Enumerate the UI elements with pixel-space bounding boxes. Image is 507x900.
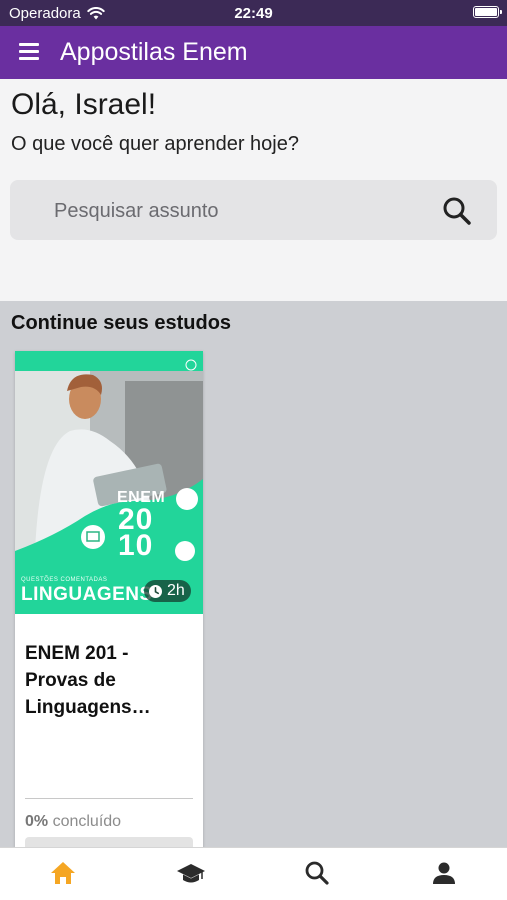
card-divider (25, 798, 193, 799)
battery-icon (473, 6, 502, 18)
cover-caption: QUESTÕES COMENTADAS (21, 577, 108, 583)
search-icon[interactable] (441, 195, 473, 227)
progress-suffix: concluído (52, 813, 122, 830)
graduation-cap-icon[interactable] (176, 858, 206, 888)
greeting-heading: Olá, Israel! (11, 88, 157, 121)
status-bar: Operadora 22:49 (0, 0, 507, 26)
cover-subject: LINGUAGENS (21, 584, 153, 605)
course-cover-image: ENEM 20 10 QUESTÕES COMENTADAS LINGUAGEN… (15, 351, 203, 614)
progress-percent: 0% (25, 813, 49, 830)
duration-badge: 2h (144, 580, 191, 602)
wifi-icon (87, 7, 105, 20)
progress-text: 0% concluído (25, 813, 121, 831)
course-title: ENEM 201 - Provas de Linguagens… (25, 643, 151, 718)
app-title: Appostilas Enem (60, 38, 248, 66)
section-title: Continue seus estudos (11, 312, 232, 334)
continue-studies-section: Continue seus estudos ENEM 20 10 QUESTÕE… (0, 301, 507, 861)
menu-icon[interactable] (19, 43, 39, 60)
user-icon[interactable] (429, 858, 459, 888)
course-card[interactable]: ENEM 20 10 QUESTÕES COMENTADAS LINGUAGEN… (15, 351, 203, 861)
search-input[interactable] (52, 180, 436, 242)
bottom-navigation (0, 847, 507, 900)
app-bar: Appostilas Enem (0, 26, 507, 79)
search-bar (10, 180, 497, 242)
carrier-label: Operadora (9, 5, 81, 22)
clock-icon (149, 584, 162, 598)
search-icon[interactable] (302, 858, 332, 888)
greeting-subtitle: O que você quer aprender hoje? (11, 133, 299, 155)
home-icon[interactable] (48, 858, 78, 888)
cover-year-line2: 10 (118, 529, 154, 562)
duration-label: 2h (167, 582, 185, 599)
carrier-group: Operadora (9, 5, 105, 22)
